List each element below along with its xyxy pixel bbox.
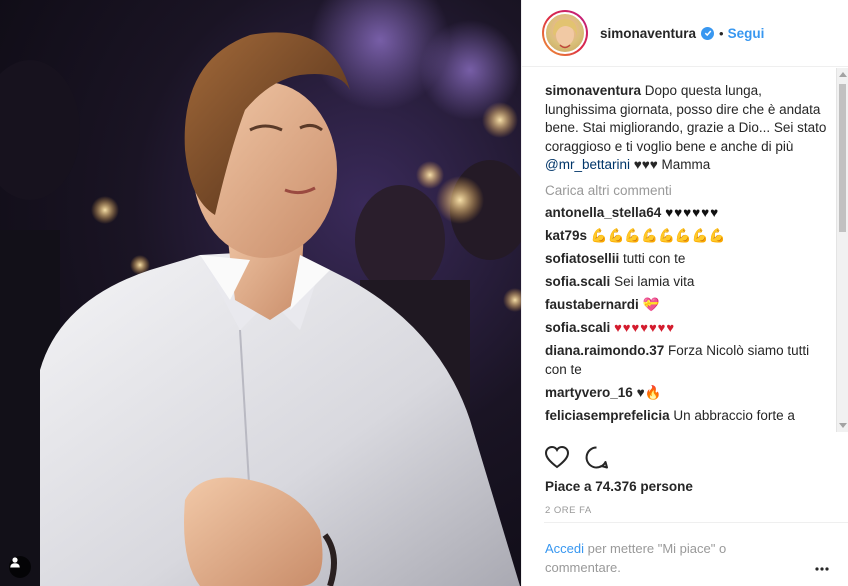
verified-badge-icon bbox=[701, 26, 715, 40]
follow-button[interactable]: Segui bbox=[728, 26, 765, 41]
comment-text: tutti con te bbox=[623, 250, 686, 266]
comments-scrollbar[interactable] bbox=[836, 68, 848, 432]
post-header: simonaventura • Segui bbox=[522, 0, 848, 67]
comment-text: ♥♥♥♥♥♥ bbox=[665, 204, 720, 220]
comment-item: sofia.scali Sei lamia vita bbox=[545, 273, 831, 292]
more-options-icon[interactable] bbox=[815, 559, 829, 574]
comment-item: diana.raimondo.37 Forza Nicolò siamo tut… bbox=[545, 342, 831, 379]
heart-outline-icon[interactable] bbox=[544, 445, 570, 473]
divider bbox=[544, 522, 848, 523]
comment-text: ♥♥♥♥♥♥♥ bbox=[614, 319, 676, 335]
caption-end: ♥♥♥ Mamma bbox=[633, 157, 711, 172]
comment-username[interactable]: antonella_stella64 bbox=[545, 205, 661, 220]
comment-text: Un abbraccio forte a bbox=[673, 407, 795, 423]
login-link[interactable]: Accedi bbox=[545, 541, 584, 556]
comment-username[interactable]: faustabernardi bbox=[545, 297, 639, 312]
post-details-panel: simonaventura • Segui simonaventura Dopo… bbox=[521, 0, 848, 586]
separator-dot: • bbox=[719, 25, 724, 41]
post-caption: simonaventura Dopo questa lunga, lunghis… bbox=[545, 82, 831, 175]
caption-mention-link[interactable]: @mr_bettarini bbox=[545, 157, 630, 172]
post-timestamp: 2 ORE FA bbox=[545, 505, 592, 516]
comment-item: kat79s 💪💪💪💪💪💪💪💪 bbox=[545, 227, 831, 246]
comment-text: Sei lamia vita bbox=[614, 273, 695, 289]
post-author-username[interactable]: simonaventura bbox=[600, 26, 696, 41]
comment-item: sofiatosellii tutti con te bbox=[545, 250, 831, 269]
comment-username[interactable]: martyvero_16 bbox=[545, 385, 633, 400]
scroll-down-arrow-icon[interactable] bbox=[839, 423, 847, 428]
comment-text: 💪💪💪💪💪💪💪💪 bbox=[590, 227, 726, 243]
photo-illustration bbox=[0, 0, 521, 586]
user-tag-icon[interactable] bbox=[9, 556, 31, 578]
comment-username[interactable]: sofiatosellii bbox=[545, 251, 619, 266]
post-photo[interactable] bbox=[0, 0, 521, 586]
login-prompt: Accedi per mettere "Mi piace" o commenta… bbox=[545, 540, 785, 577]
likes-count[interactable]: Piace a 74.376 persone bbox=[545, 479, 693, 494]
comment-username[interactable]: kat79s bbox=[545, 228, 587, 243]
comment-username[interactable]: sofia.scali bbox=[545, 320, 610, 335]
comment-username[interactable]: feliciasemprefelicia bbox=[545, 408, 670, 423]
avatar[interactable] bbox=[542, 10, 588, 56]
caption-username[interactable]: simonaventura bbox=[545, 83, 641, 98]
comment-item: sofia.scali ♥♥♥♥♥♥♥ bbox=[545, 319, 831, 338]
comment-username[interactable]: diana.raimondo.37 bbox=[545, 343, 664, 358]
comment-bubble-icon[interactable] bbox=[584, 445, 609, 473]
comment-text: ♥🔥 bbox=[636, 384, 662, 400]
comment-item: antonella_stella64 ♥♥♥♥♥♥ bbox=[545, 204, 831, 223]
comment-item: faustabernardi 💝 bbox=[545, 296, 831, 315]
comment-username[interactable]: sofia.scali bbox=[545, 274, 610, 289]
comments-list[interactable]: simonaventura Dopo questa lunga, lunghis… bbox=[522, 68, 848, 432]
load-more-comments-button[interactable]: Carica altri commenti bbox=[545, 182, 831, 200]
scroll-up-arrow-icon[interactable] bbox=[839, 72, 847, 77]
comment-item: martyvero_16 ♥🔥 bbox=[545, 384, 831, 403]
comment-text: 💝 bbox=[642, 296, 660, 312]
scrollbar-thumb[interactable] bbox=[839, 84, 846, 232]
post-actions bbox=[544, 445, 609, 473]
comment-item: feliciasemprefelicia Un abbraccio forte … bbox=[545, 407, 831, 426]
